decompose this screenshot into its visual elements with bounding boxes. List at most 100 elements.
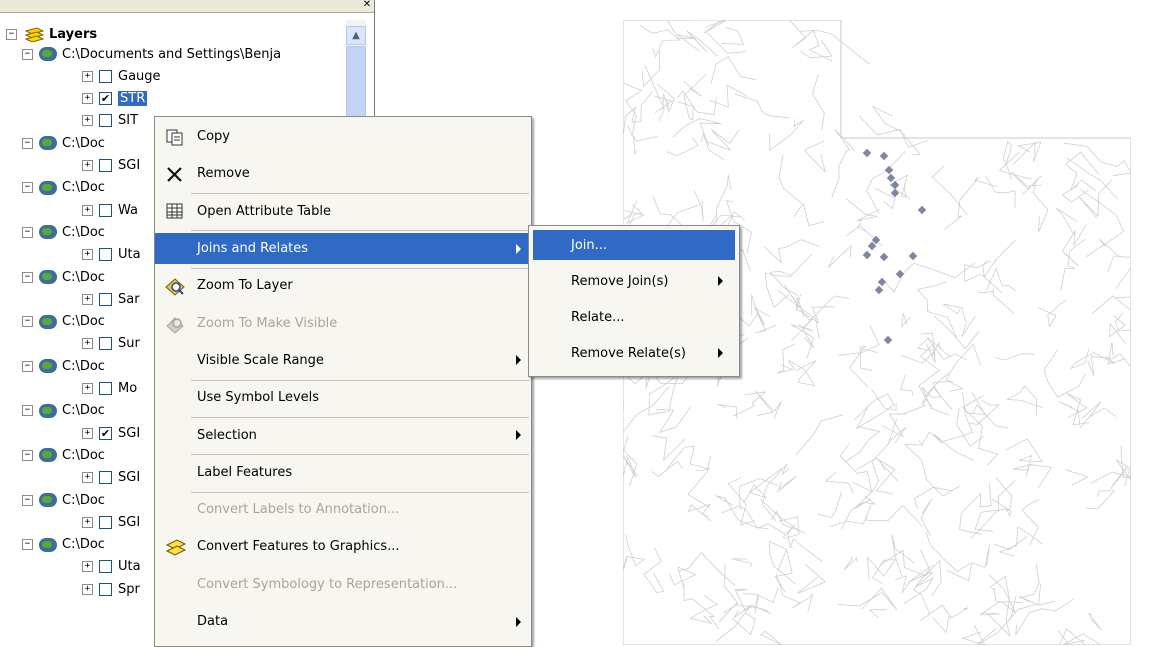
- layer-visibility-checkbox[interactable]: ✔: [99, 426, 112, 440]
- toc-group-row[interactable]: − C:\Doc: [22, 356, 105, 376]
- toc-row-label: C:\Documents and Settings\Benja: [62, 46, 282, 62]
- collapse-icon[interactable]: −: [22, 494, 33, 506]
- expand-icon[interactable]: +: [82, 338, 93, 350]
- collapse-icon[interactable]: −: [22, 539, 33, 551]
- toc-layer-row[interactable]: + Gauge: [82, 66, 161, 86]
- expand-icon[interactable]: +: [82, 383, 93, 394]
- collapse-icon[interactable]: −: [22, 48, 33, 60]
- collapse-icon[interactable]: −: [6, 28, 17, 40]
- layer-visibility-checkbox[interactable]: [99, 159, 112, 172]
- layer-visibility-checkbox[interactable]: [99, 114, 112, 128]
- toc-layer-row[interactable]: + Spr: [82, 579, 140, 599]
- toc-layer-row[interactable]: + Uta: [82, 245, 141, 265]
- layer-file-icon: [39, 359, 57, 374]
- menu-separator: [191, 267, 529, 269]
- submenu-item-relate[interactable]: Relate...: [533, 302, 735, 332]
- submenu-item-remove-join-s[interactable]: Remove Join(s): [533, 266, 735, 296]
- submenu-arrow-icon: [516, 243, 521, 254]
- toc-layer-row[interactable]: + Sur: [82, 334, 140, 354]
- remove-x-icon: [165, 165, 185, 183]
- toc-layer-row[interactable]: + SGI: [82, 156, 140, 176]
- layer-visibility-checkbox[interactable]: ✔: [99, 92, 112, 106]
- toc-layer-row[interactable]: + SGI: [82, 512, 140, 532]
- toc-row-label: C:\Doc: [62, 224, 105, 240]
- collapse-icon[interactable]: −: [22, 226, 33, 238]
- expand-icon[interactable]: +: [82, 516, 93, 528]
- layer-visibility-checkbox[interactable]: [99, 337, 112, 351]
- collapse-icon[interactable]: −: [22, 405, 33, 417]
- menu-separator: [191, 416, 529, 418]
- expand-icon[interactable]: +: [82, 115, 93, 127]
- expand-icon[interactable]: +: [82, 70, 93, 82]
- toc-group-row[interactable]: − C:\Doc: [22, 535, 105, 555]
- menu-item-label: Visible Scale Range: [197, 352, 324, 368]
- expand-icon[interactable]: +: [82, 583, 93, 595]
- toc-group-row[interactable]: − C:\Doc: [22, 490, 105, 510]
- menu-item-zoom-to-layer[interactable]: Zoom To Layer: [155, 270, 531, 301]
- collapse-icon[interactable]: −: [22, 271, 33, 283]
- toc-layer-row[interactable]: + Mo: [82, 379, 137, 399]
- menu-item-copy[interactable]: Copy: [155, 121, 531, 152]
- menu-item-label: Convert Features to Graphics...: [197, 539, 400, 555]
- collapse-icon[interactable]: −: [22, 316, 33, 328]
- toc-layer-row[interactable]: + SIT: [82, 111, 138, 131]
- layer-visibility-checkbox[interactable]: [99, 69, 112, 83]
- menu-item-use-symbol-levels[interactable]: Use Symbol Levels: [155, 382, 531, 413]
- layer-visibility-checkbox[interactable]: [99, 292, 112, 306]
- menu-item-convert-features-to-graphics[interactable]: Convert Features to Graphics...: [155, 531, 531, 562]
- layer-visibility-checkbox[interactable]: [99, 560, 112, 574]
- toc-row-label: C:\Doc: [62, 537, 105, 553]
- toc-group-row[interactable]: − C:\Doc: [22, 133, 105, 153]
- scroll-up-button[interactable]: ▲: [346, 26, 366, 45]
- menu-item-label-features[interactable]: Label Features: [155, 457, 531, 488]
- toc-group-row[interactable]: − C:\Doc: [22, 178, 105, 198]
- menu-item-open-attribute-table[interactable]: Open Attribute Table: [155, 196, 531, 227]
- toc-layer-row[interactable]: + ✔ SGI: [82, 423, 140, 443]
- collapse-icon[interactable]: −: [22, 360, 33, 372]
- expand-icon[interactable]: +: [82, 204, 93, 216]
- collapse-icon[interactable]: −: [22, 182, 33, 194]
- toc-group-row[interactable]: − C:\Doc: [22, 312, 105, 332]
- submenu-item-remove-relate-s[interactable]: Remove Relate(s): [533, 338, 735, 368]
- layer-visibility-checkbox[interactable]: [99, 582, 112, 596]
- toc-title-bar: ✕: [0, 0, 374, 13]
- toc-layer-row[interactable]: + Uta: [82, 557, 141, 577]
- expand-icon[interactable]: +: [82, 249, 93, 261]
- layer-visibility-checkbox[interactable]: [99, 203, 112, 217]
- layer-visibility-checkbox[interactable]: [99, 248, 112, 262]
- toc-row-label: C:\Doc: [62, 358, 105, 374]
- menu-separator: [191, 491, 529, 493]
- toc-layer-row[interactable]: + Sar: [82, 289, 140, 309]
- menu-item-visible-scale-range[interactable]: Visible Scale Range: [155, 345, 531, 376]
- toc-layer-row[interactable]: + ✔ STR: [82, 89, 148, 109]
- toc-layer-row[interactable]: + Wa: [82, 200, 138, 220]
- submenu-item-join[interactable]: Join...: [533, 230, 735, 260]
- toc-group-row[interactable]: − C:\Doc: [22, 445, 105, 465]
- menu-item-joins-and-relates[interactable]: Joins and Relates: [155, 232, 531, 265]
- toc-group-row[interactable]: − C:\Documents and Settings\Benja: [22, 44, 281, 64]
- menu-item-selection[interactable]: Selection: [155, 419, 531, 450]
- layer-visibility-checkbox[interactable]: [99, 515, 112, 529]
- expand-icon[interactable]: +: [82, 427, 93, 439]
- collapse-icon[interactable]: −: [22, 137, 33, 149]
- layer-visibility-checkbox[interactable]: [99, 471, 112, 485]
- expand-icon[interactable]: +: [82, 160, 93, 171]
- expand-icon[interactable]: +: [82, 472, 93, 484]
- toc-layer-row[interactable]: + SGI: [82, 468, 140, 488]
- toc-group-row[interactable]: − C:\Doc: [22, 267, 105, 287]
- menu-item-data[interactable]: Data: [155, 606, 531, 637]
- toc-group-row[interactable]: − C:\Doc: [22, 222, 105, 242]
- toc-row-label: Sur: [118, 336, 140, 352]
- expand-icon[interactable]: +: [82, 93, 93, 105]
- expand-icon[interactable]: +: [82, 561, 93, 573]
- copy-icon: [165, 128, 185, 146]
- toc-group-row[interactable]: − C:\Doc: [22, 401, 105, 421]
- close-icon[interactable]: ✕: [362, 0, 372, 10]
- menu-item-label: Zoom To Make Visible: [197, 315, 338, 331]
- collapse-icon[interactable]: −: [22, 449, 33, 461]
- toc-root-row[interactable]: − Layers: [6, 24, 97, 44]
- menu-item-remove[interactable]: Remove: [155, 158, 531, 189]
- layer-visibility-checkbox[interactable]: [99, 382, 112, 395]
- menu-separator: [191, 454, 529, 456]
- expand-icon[interactable]: +: [82, 293, 93, 305]
